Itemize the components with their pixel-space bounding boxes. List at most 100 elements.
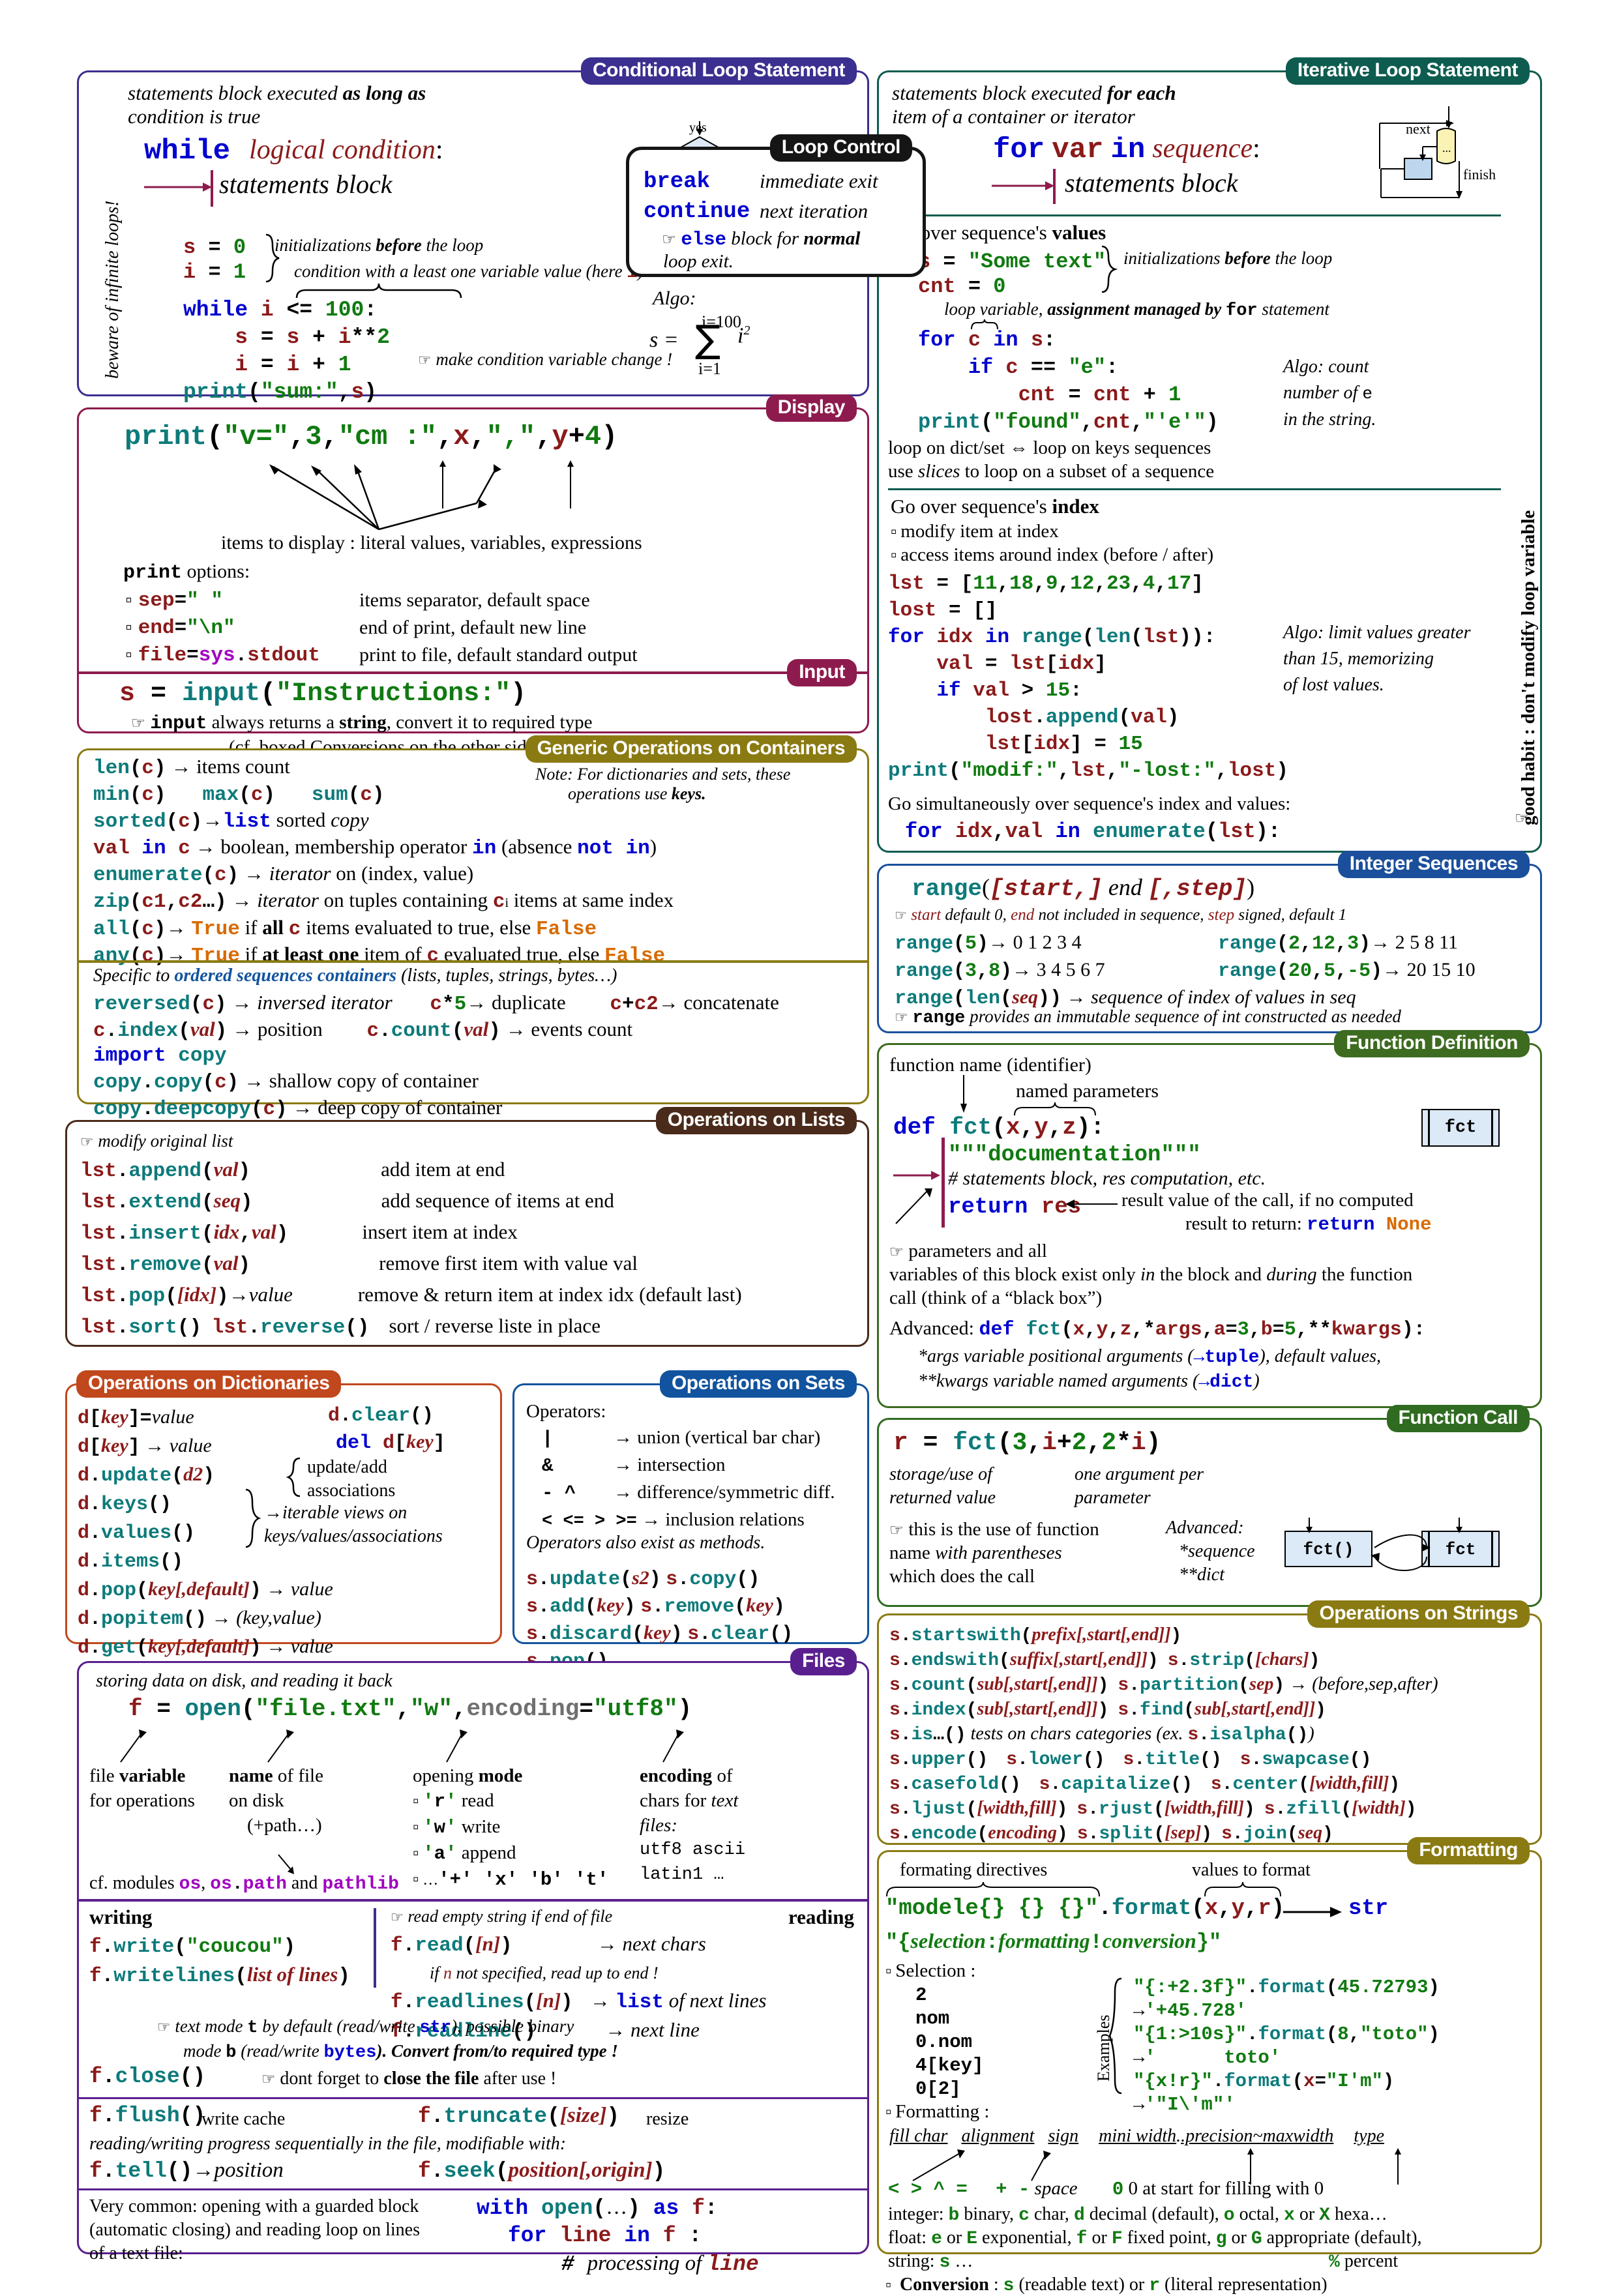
index-heading: Go over sequence's index <box>891 495 1099 518</box>
func-note-3: call (think of a “black box”) <box>889 1288 1103 1308</box>
open-arrows-icon <box>120 1729 684 1763</box>
row-pop: lst.pop([idx])→value remove & return item… <box>80 1283 742 1308</box>
storage-label-1: storage/use of <box>889 1464 992 1484</box>
sequential-note: reading/writing progress sequentially in… <box>89 2134 567 2154</box>
iter-intro: statements block executed for each <box>892 81 1176 104</box>
lists-box: Operations on Lists ☞ modify original li… <box>65 1107 869 1347</box>
for-colon: : <box>1253 134 1260 164</box>
while-statements-block: statements block <box>219 169 393 199</box>
algo-line-3: in the string. <box>1283 409 1376 430</box>
sel-item-5: 0[2] <box>915 2078 961 2100</box>
update-desc: update/add associations <box>307 1456 395 1503</box>
fct-call-chip: fct() <box>1284 1531 1372 1567</box>
row-endswith: s.endswith(suffix[,start[,end]]) s.strip… <box>889 1649 1320 1671</box>
code-s-assign: s = "Some text" <box>918 250 1106 274</box>
hand-icon: ☞ <box>157 2019 171 2036</box>
views-desc-2: keys/values/associations <box>264 1526 443 1546</box>
sel-item-2: nom <box>915 2008 950 2029</box>
encoding-label-2: chars for text <box>640 1790 739 1811</box>
print-option-end-desc: end of print, default new line <box>359 617 587 638</box>
strings-rows: s.startswith(prefix[,start[,end]]) s.end… <box>889 1623 1438 1846</box>
range-note-2: ☞ range provides an immutable sequence o… <box>895 1007 1401 1028</box>
for-statement: for var in sequence: <box>993 131 1260 166</box>
examples-label: Examples <box>1094 2014 1113 2082</box>
func-call-adv-2: **dict <box>1179 1565 1224 1585</box>
open-code: f = open("file.txt","w",encoding="utf8") <box>128 1696 692 1722</box>
code-line-val: val = lst[idx] <box>936 653 1106 675</box>
row-extend: lst.extend(seq) add sequence of items at … <box>80 1189 614 1214</box>
func-call-note-1: ☞ this is the use of function <box>889 1519 1099 1540</box>
lists-note: ☞ modify original list <box>80 1131 233 1151</box>
row-import-copy: import copy <box>93 1044 227 1067</box>
float-types-line: float: e or E exponential, f or F fixed … <box>888 2228 1422 2249</box>
encoding-list-2: latin1 … <box>640 1865 724 1885</box>
input-example-code: s = input("Instructions:") <box>119 679 527 709</box>
code-line-4: print("sum:",s) <box>183 380 378 404</box>
while-code-block: while i <= 100: s = s + i**2 i = i + 1 p… <box>183 297 390 406</box>
code-line-for-c: for c in s: <box>918 328 1056 352</box>
row-count-partition: s.count(sub[,start[,end]]) s.partition(s… <box>889 1674 1438 1696</box>
file-name-labels: name of file on disk (+path…) <box>229 1763 323 1838</box>
files-divider-2 <box>77 2097 869 2099</box>
func-name-label: function name (identifier) <box>889 1054 1091 1076</box>
format-ex-1r: →'+45.728' <box>1133 2000 1247 2022</box>
print-option-sep-desc: items separator, default space <box>359 589 590 611</box>
sel-item-1: 2 <box>915 1984 927 2006</box>
mode-r: 'r' read <box>413 1788 608 1814</box>
row-is-tests: s.is…() tests on chars categories (ex. s… <box>889 1724 1314 1745</box>
files-title: Files <box>790 1648 857 1675</box>
else-note2: loop exit. <box>663 251 734 272</box>
read-empty-note: ☞ read empty string if end of file <box>391 1907 613 1926</box>
algo-line-2: number of e <box>1283 383 1372 404</box>
set-op-intersection: & → intersection <box>542 1454 726 1477</box>
hdr-type: type <box>1354 2126 1384 2146</box>
file-variable-labels: file variable for operations <box>89 1763 195 1813</box>
guard-note: Very common: opening with a guarded bloc… <box>89 2195 420 2265</box>
strings-title: Operations on Strings <box>1307 1600 1530 1628</box>
for-values-code-block: for c in s: if c == "e": cnt = cnt + 1 p… <box>918 327 1219 436</box>
print-option-file-desc: print to file, default standard output <box>359 644 638 666</box>
format-ex-3r: →'"I\'m"' <box>1133 2094 1236 2115</box>
formatting-box: Formatting formating directives values t… <box>877 1837 1542 2296</box>
row-copy: copy.copy(c) → shallow copy of container <box>93 1069 479 1094</box>
values-algo-note: Algo: count number of e in the string. <box>1283 354 1376 433</box>
return-desc-1: result value of the call, if no computed <box>1121 1190 1414 1211</box>
mode-labels: opening mode 'r' read 'w' write 'a' appe… <box>413 1763 608 1892</box>
with-block-code: with open(…) as f: for line in f : # pro… <box>477 2194 759 2278</box>
specific-sequences-head: Specific to ordered sequences containers… <box>93 965 617 986</box>
range-signature: range([start,] end [,step]) <box>912 874 1255 902</box>
fct-chip: fct <box>1421 1109 1500 1147</box>
row-d-popitem: d.popitem() → (key,value) <box>78 1607 321 1630</box>
print-arrows-icon <box>269 460 574 531</box>
values-init-note: initializations before the loop <box>1123 248 1333 268</box>
code-line-if-c: if c == "e": <box>968 355 1119 379</box>
for-statements-block: statements block <box>1065 168 1238 198</box>
close-note: ☞ dont forget to close the file after us… <box>261 2068 557 2089</box>
file-name-label-3: (+path…) <box>247 1815 322 1836</box>
while-keyword: while <box>144 135 231 168</box>
guard-line-2: (automatic closing) and reading loop on … <box>89 2220 420 2240</box>
index-bullet-1: modify item at index <box>891 521 1058 542</box>
generic-ops-box: Generic Operations on Containers Note: F… <box>77 735 869 1121</box>
row-sorted: sorted(c)→list sorted copy <box>93 808 369 833</box>
func-call-adv-1: *sequence <box>1179 1541 1255 1561</box>
row-index-find: s.index(sub[,start[,end]]) s.find(sub[,s… <box>889 1699 1326 1720</box>
writing-reading-separator <box>374 1908 376 1988</box>
func-call-box: Function Call r = fct(3,i+2,2*i) storage… <box>877 1405 1542 1607</box>
arg-label-1: one argument per <box>1075 1464 1204 1484</box>
row-case-ops: s.upper() s.lower() s.title() s.swapcase… <box>889 1750 1372 1770</box>
iterative-loop-side-note: good habit : don't modify loop variable <box>1518 510 1539 825</box>
func-def-box: Function Definition function name (ident… <box>877 1030 1542 1408</box>
func-call-title: Function Call <box>1386 1405 1530 1432</box>
while-colon: : <box>435 135 443 165</box>
func-call-note-3: which does the call <box>889 1566 1035 1587</box>
files-divider-3 <box>77 2188 869 2190</box>
sets-methods: s.update(s2) s.copy() s.add(key) s.remov… <box>526 1565 793 1675</box>
sets-title: Operations on Sets <box>659 1370 857 1398</box>
file-name-label-2: on disk <box>229 1790 284 1811</box>
func-note-1: ☞ parameters and all <box>889 1241 1047 1261</box>
range-ex-2: range(2,12,3)→ 2 5 8 11 <box>1218 932 1459 955</box>
loop-control-box: Loop Control break immediate exit contin… <box>626 134 926 277</box>
files-divider-1 <box>77 1899 869 1902</box>
display-input-box: Display print("v=",3,"cm :",x,",",y+4) i… <box>77 394 869 758</box>
